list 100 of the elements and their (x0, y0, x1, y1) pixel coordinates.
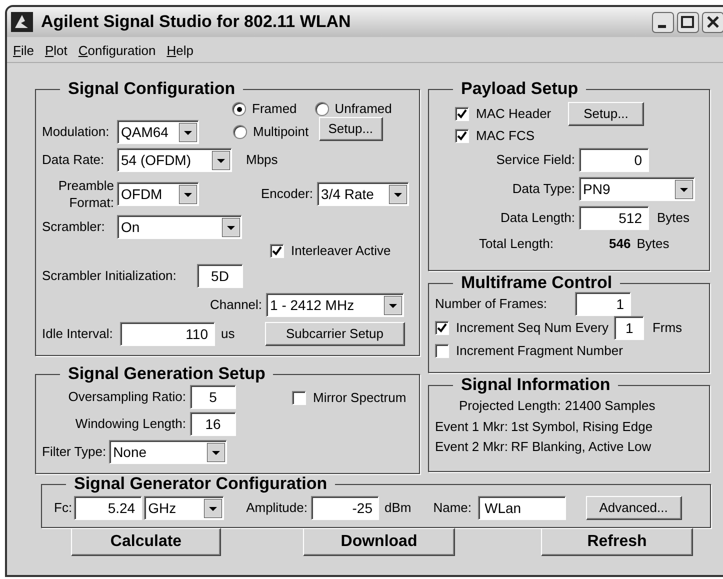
app-icon (11, 12, 33, 32)
scrambler-initialization-field[interactable]: 5D (197, 264, 243, 288)
idle-interval-field[interactable]: 110 (120, 322, 215, 346)
unit-label: Bytes (657, 209, 690, 228)
field-label: Scrambler: (42, 218, 106, 236)
dropdown-arrow-icon[interactable] (222, 218, 240, 236)
channel-dropdown[interactable]: 1 - 2412 MHz (266, 293, 404, 317)
field-label: Service Field: (495, 151, 576, 170)
checkbox[interactable] (435, 344, 449, 358)
frequency-field[interactable]: 5.24 (74, 496, 142, 520)
checkmark-icon (457, 109, 467, 119)
radio-label: Framed (252, 100, 297, 118)
setup-button[interactable]: Setup... (318, 117, 383, 141)
field-label: Data Length: (500, 209, 576, 228)
field-label: Idle Interval: (42, 325, 114, 344)
dropdown-arrow-icon[interactable] (384, 296, 402, 314)
field-value: RF Blanking, Active Low (511, 438, 652, 456)
group-title: Multiframe Control (460, 273, 614, 293)
dropdown-arrow-icon[interactable] (179, 184, 197, 204)
radio-label: Unframed (334, 100, 392, 118)
close-icon[interactable] (702, 12, 723, 32)
checkbox[interactable] (292, 390, 306, 405)
data-rate-dropdown[interactable]: 54 (OFDM) (117, 148, 232, 172)
menu-item[interactable]: Plot (44, 40, 68, 60)
field-label: Fc: (54, 499, 72, 518)
checkbox-label: Interleaver Active (291, 242, 391, 260)
checkbox-label: Mirror Spectrum (313, 389, 406, 407)
field-label: Windowing Length: (74, 415, 187, 434)
menu-item[interactable]: Configuration (78, 40, 156, 60)
data-length-field[interactable]: 512 (579, 206, 649, 230)
encoder-dropdown[interactable]: 3/4 Rate (317, 182, 410, 206)
field-label: Preamble Format: (57, 177, 114, 211)
modulation-dropdown[interactable]: QAM64 (117, 120, 199, 144)
menu-item[interactable]: File (13, 40, 34, 60)
field-label: Projected Length: (459, 397, 561, 416)
radio-label: Multipoint (253, 123, 309, 142)
field-label: Event 1 Mkr: (435, 418, 507, 436)
action-button[interactable]: Refresh (541, 528, 693, 556)
group-title: Signal Generator Configuration (73, 474, 328, 494)
menu-item[interactable]: Help (166, 40, 194, 60)
checkbox[interactable] (455, 129, 469, 143)
group-title: Signal Generation Setup (67, 364, 266, 384)
group-title: Signal Information (460, 375, 612, 395)
field-label: Number of Frames: (435, 295, 548, 314)
field-label: Encoder: (261, 185, 314, 204)
field-label: Total Length: (479, 235, 554, 254)
field-value: 1st Symbol, Rising Edge (511, 418, 653, 436)
amplitude-field[interactable]: -25 (311, 496, 380, 520)
frequency-unit-dropdown[interactable]: GHz (144, 496, 224, 520)
filter-type-dropdown[interactable]: None (109, 440, 228, 464)
action-button[interactable]: Download (303, 528, 455, 556)
checkbox-label: Increment Seq Num Every (456, 319, 608, 338)
window-title: Agilent Signal Studio for 802.11 WLAN (41, 11, 351, 34)
field-value: 21400 Samples (564, 397, 656, 416)
windowing-length-field[interactable]: 16 (190, 412, 236, 436)
checkbox-label: MAC FCS (476, 127, 534, 146)
setup-button[interactable]: Setup... (568, 102, 644, 126)
radio-button[interactable] (233, 125, 247, 139)
checkmark-icon (272, 246, 282, 256)
unit-label: dBm (384, 499, 412, 518)
data-type-dropdown[interactable]: PN9 (579, 177, 695, 201)
field-label: Oversampling Ratio: (67, 388, 187, 406)
minimize-icon[interactable] (652, 12, 674, 32)
field-label: Event 2 Mkr: (435, 438, 507, 456)
maximize-icon[interactable] (677, 12, 699, 32)
field-label: Scrambler Initialization: (42, 267, 178, 286)
dropdown-arrow-icon[interactable] (207, 442, 226, 462)
checkbox[interactable] (455, 107, 469, 121)
service-field[interactable]: 0 (579, 148, 649, 172)
subcarrier-setup-button[interactable]: Subcarrier Setup (264, 322, 405, 346)
unit-label: Mbps (246, 151, 278, 170)
number-of-frames-field[interactable]: 1 (575, 292, 631, 316)
field-label: Filter Type: (42, 443, 106, 462)
unit-label: Bytes (636, 235, 670, 254)
checkbox[interactable] (270, 244, 284, 258)
radio-button[interactable] (314, 102, 329, 116)
unit-label: us (221, 325, 235, 344)
preamble-format-dropdown[interactable]: OFDM (117, 182, 199, 206)
checkbox[interactable] (435, 321, 449, 335)
field-label: Amplitude: (246, 499, 308, 518)
oversampling-ratio-field[interactable]: 5 (190, 385, 236, 409)
radio-button[interactable] (232, 102, 246, 116)
total-length-value: 546 (609, 235, 631, 254)
increment-interval-field[interactable]: 1 (614, 316, 644, 340)
action-button[interactable]: Calculate (71, 528, 221, 556)
unit-label: Frms (652, 319, 682, 338)
dropdown-arrow-icon[interactable] (389, 184, 408, 204)
dropdown-arrow-icon[interactable] (179, 122, 197, 142)
name-field[interactable]: WLan (478, 496, 566, 520)
dropdown-arrow-icon[interactable] (675, 180, 693, 198)
group-title: Signal Configuration (67, 79, 236, 99)
scrambler-dropdown[interactable]: On (117, 215, 242, 239)
checkmark-icon (457, 131, 467, 141)
checkbox-label: MAC Header (476, 105, 552, 124)
dropdown-arrow-icon[interactable] (204, 498, 222, 518)
field-label: Modulation: (42, 123, 110, 142)
dropdown-arrow-icon[interactable] (212, 150, 230, 170)
advanced-button[interactable]: Advanced... (586, 496, 682, 520)
field-label: Data Type: (511, 180, 576, 198)
checkmark-icon (437, 323, 447, 333)
